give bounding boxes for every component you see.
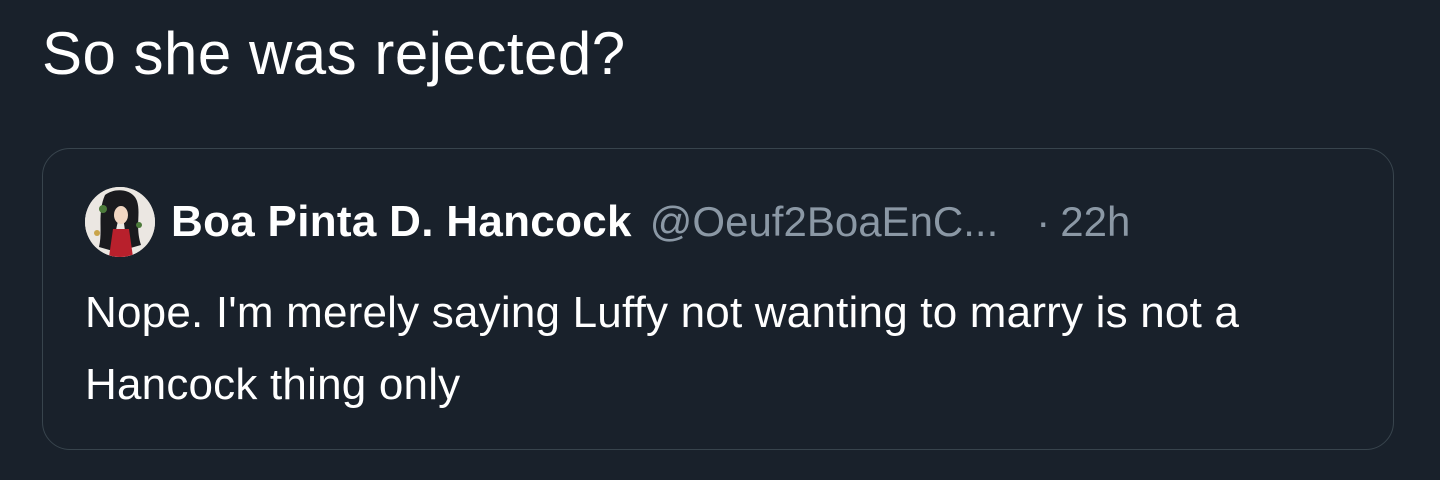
anime-character-avatar-icon xyxy=(85,187,155,257)
avatar[interactable] xyxy=(85,187,155,257)
tweet-text: So she was rejected? xyxy=(42,20,626,87)
quoted-tweet-card[interactable]: Boa Pinta D. Hancock @Oeuf2BoaEnC... · 2… xyxy=(42,148,1394,450)
quoted-tweet-text: Nope. I'm merely saying Luffy not wantin… xyxy=(85,288,1240,409)
user-handle[interactable]: @Oeuf2BoaEnC... xyxy=(650,198,999,246)
quoted-tweet-header: Boa Pinta D. Hancock @Oeuf2BoaEnC... · 2… xyxy=(85,187,1130,257)
display-name[interactable]: Boa Pinta D. Hancock xyxy=(171,197,632,247)
timestamp[interactable]: 22h xyxy=(1060,198,1130,246)
separator-dot: · xyxy=(1036,198,1051,245)
